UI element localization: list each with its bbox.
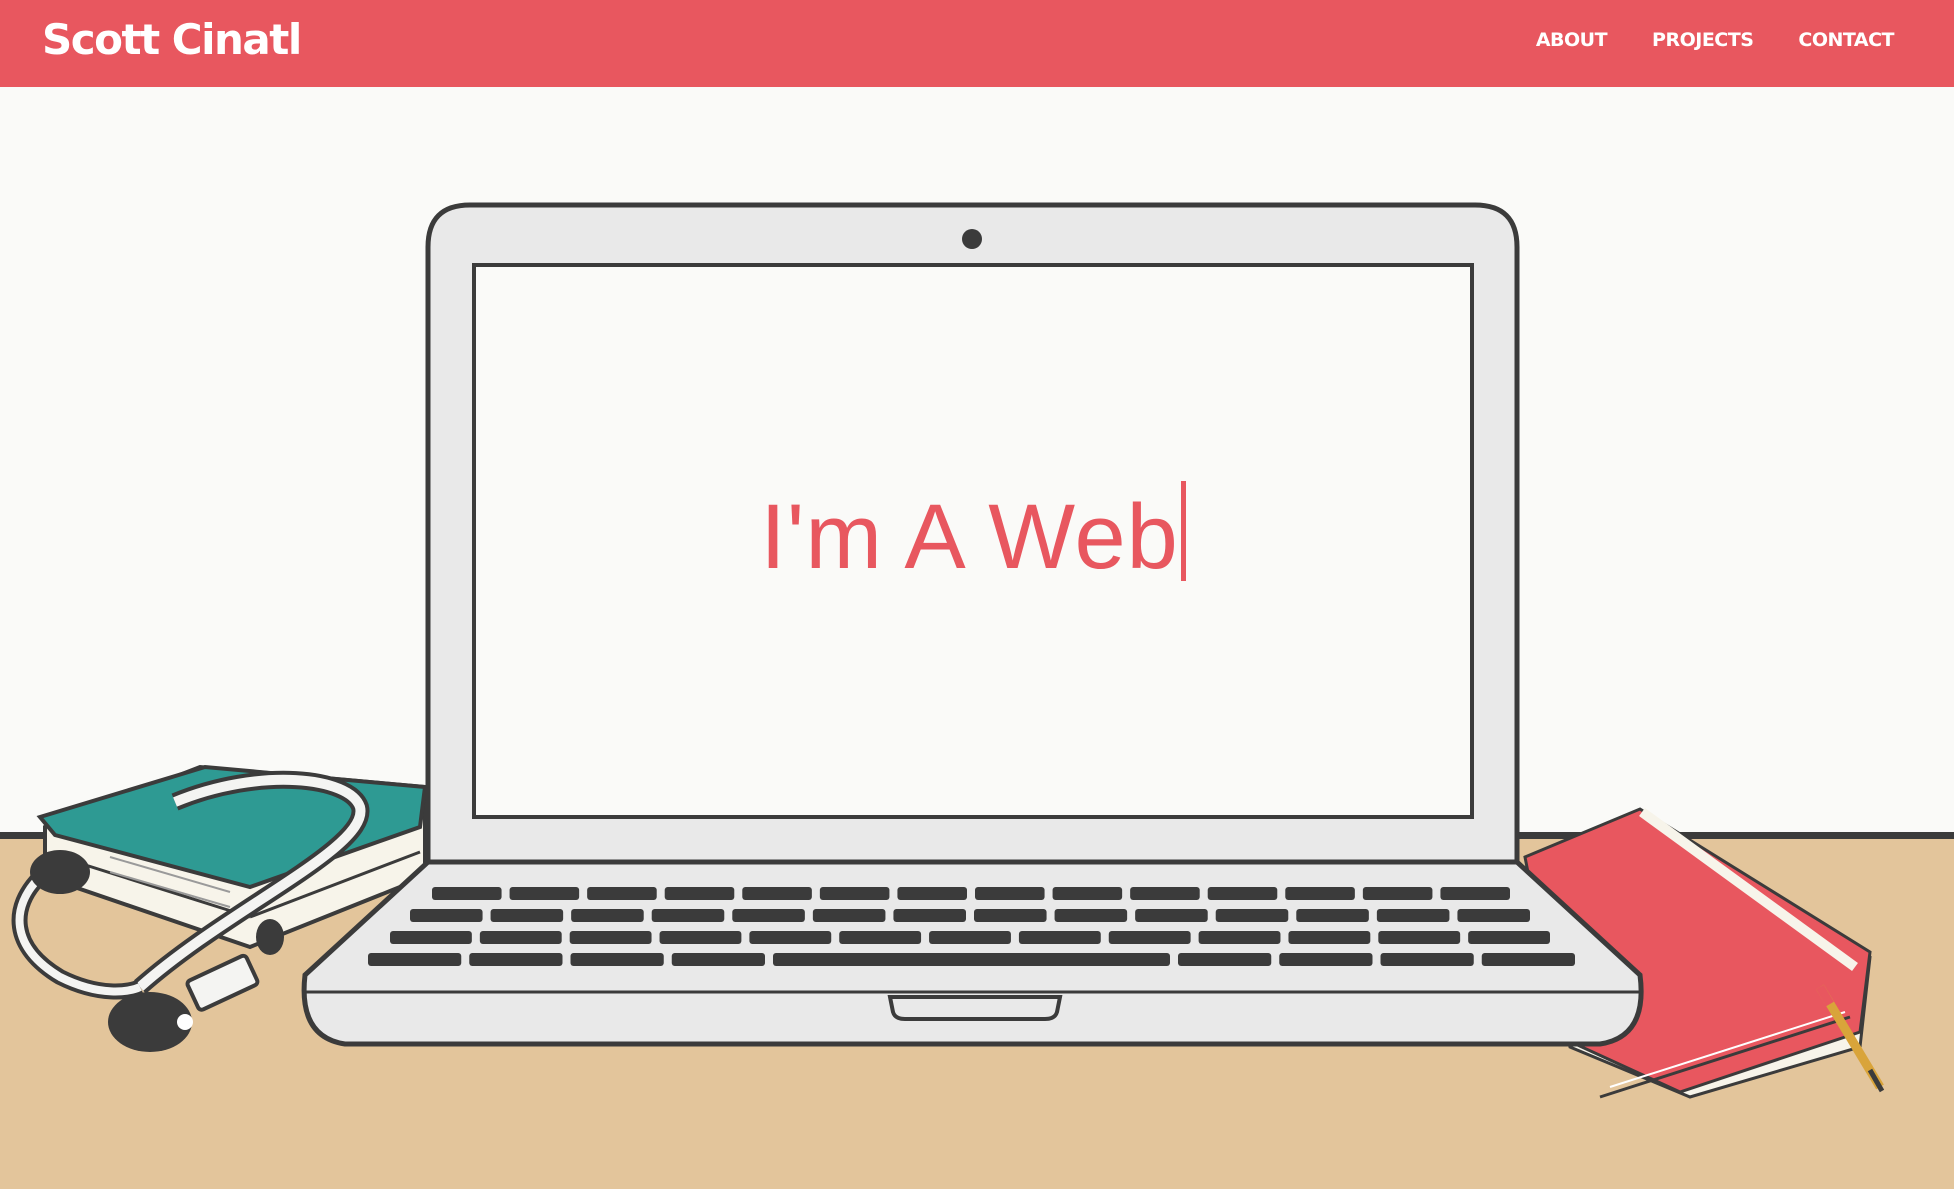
keyboard-key [1468, 931, 1550, 944]
keyboard-key [1108, 931, 1191, 944]
keyboard-key [773, 953, 1170, 966]
keyboard-key [1178, 953, 1272, 966]
keyboard-key [1376, 909, 1450, 922]
keyboard-key [659, 931, 742, 944]
keyboard-key [432, 887, 502, 900]
keyboard-key [749, 931, 832, 944]
keyboard-key [1457, 909, 1530, 922]
top-navbar: Scott Cinatl ABOUT PROJECTS CONTACT [0, 0, 1954, 87]
keyboard-key [390, 931, 472, 944]
keyboard-key [1288, 931, 1371, 944]
keyboard-key [479, 931, 562, 944]
keyboard-key [509, 887, 580, 900]
keyboard-key [651, 909, 725, 922]
keyboard-key [732, 909, 805, 922]
keyboard-key [1130, 887, 1200, 900]
keyboard-key [570, 953, 664, 966]
keyboard-key [571, 909, 644, 922]
keyboard-key [975, 887, 1045, 900]
desk-scene-illustration [0, 202, 1954, 1189]
nav-link-projects[interactable]: PROJECTS [1652, 27, 1754, 53]
keyboard-key [1378, 931, 1461, 944]
keyboard-key [368, 953, 462, 966]
keyboard-key [1380, 953, 1474, 966]
hero-headline: I'm A Web [760, 486, 1179, 588]
hero-section: I'm A Web [0, 87, 1954, 1189]
keyboard-key [490, 909, 564, 922]
site-logo-link[interactable]: Scott Cinatl [42, 14, 302, 66]
keyboard-key [664, 887, 735, 900]
typing-caret [1180, 481, 1186, 581]
keyboard-key [1135, 909, 1208, 922]
keyboard-key [569, 931, 652, 944]
nav-link-about[interactable]: ABOUT [1536, 27, 1608, 53]
laptop-illustration [301, 202, 1644, 1047]
keyboard-key [1198, 931, 1281, 944]
keyboard-key [819, 887, 890, 900]
keyboard-key [1052, 887, 1123, 900]
keyboard-key [1279, 953, 1373, 966]
keyboard-key [1285, 887, 1355, 900]
keyboard-key [1481, 953, 1575, 966]
keyboard-key [469, 953, 563, 966]
keyboard-key [1207, 887, 1278, 900]
keyboard-key [1296, 909, 1369, 922]
nav-link-contact[interactable]: CONTACT [1798, 27, 1894, 53]
keyboard-key [1054, 909, 1128, 922]
keyboard-key [1018, 931, 1101, 944]
keyboard-key [742, 887, 812, 900]
screen-text-area: I'm A Web [472, 481, 1474, 585]
keyboard-key [929, 931, 1011, 944]
keyboard-key [587, 887, 657, 900]
keyboard-key [839, 931, 922, 944]
webcam-dot [962, 229, 982, 249]
keyboard-key [897, 887, 967, 900]
keyboard-key [1362, 887, 1433, 900]
keyboard-key [812, 909, 886, 922]
main-nav: ABOUT PROJECTS CONTACT [1536, 27, 1895, 53]
keyboard-key [974, 909, 1047, 922]
keyboard-key [671, 953, 765, 966]
keyboard-key [893, 909, 966, 922]
keyboard-key [1215, 909, 1289, 922]
keyboard-key [410, 909, 483, 922]
keyboard-key [1440, 887, 1510, 900]
